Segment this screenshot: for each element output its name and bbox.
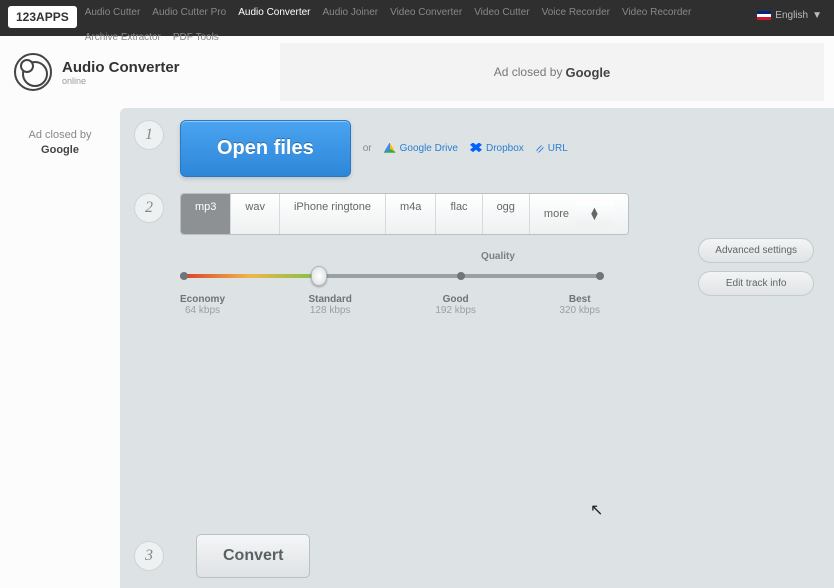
nav-item[interactable]: Video Recorder — [622, 6, 691, 19]
nav-item[interactable]: Archive Extractor — [85, 31, 161, 44]
or-label: or — [363, 143, 372, 154]
ad-banner-top: Ad closed by Google — [280, 43, 824, 101]
link-icon — [536, 144, 544, 152]
google-drive-icon — [384, 143, 396, 155]
top-nav: 123APPS Audio Cutter Audio Cutter Pro Audi… — [0, 0, 834, 36]
cursor-icon: ↖ — [590, 500, 603, 520]
nav-item[interactable]: Voice Recorder — [542, 6, 610, 19]
nav-item[interactable]: Audio Cutter — [85, 6, 141, 19]
step-badge-1: 1 — [134, 120, 164, 150]
language-selector[interactable]: English ▼ — [757, 10, 822, 21]
format-tab[interactable]: mp3 — [181, 194, 231, 234]
nav-links: Audio Cutter Audio Cutter Pro Audio Conver… — [85, 0, 745, 44]
nav-item[interactable]: PDF Tools — [173, 31, 219, 44]
flag-icon — [757, 11, 771, 20]
dropbox-icon — [470, 143, 482, 155]
format-tab[interactable]: ogg — [483, 194, 530, 234]
quality-ticks: Economy64 kbps Standard128 kbps Good192 kb… — [180, 294, 600, 316]
advanced-settings-button[interactable]: Advanced settings — [698, 238, 814, 263]
chevron-down-icon: ▼ — [812, 10, 822, 21]
header: Audio Converter online Ad closed by Goog… — [0, 36, 834, 108]
page-title: Audio Converter — [62, 59, 180, 76]
source-url[interactable]: URL — [536, 143, 568, 154]
quality-tick: Good192 kbps — [435, 294, 476, 316]
step-badge-3: 3 — [134, 541, 164, 571]
source-dropbox[interactable]: Dropbox — [470, 143, 524, 155]
brand-icon — [14, 53, 52, 91]
nav-item[interactable]: Video Converter — [390, 6, 462, 19]
quality-tick: Standard128 kbps — [309, 294, 352, 316]
nav-item[interactable]: Audio Cutter Pro — [152, 6, 226, 19]
main-panel: 1 Open files or Google Drive Dropbox URL… — [120, 108, 834, 588]
format-tab[interactable]: flac — [436, 194, 482, 234]
step-2: 2 mp3waviPhone ringtonem4aflacoggmore ▲▼ — [134, 193, 816, 235]
logo[interactable]: 123APPS — [8, 6, 77, 28]
format-tab[interactable]: more ▲▼ — [530, 194, 628, 234]
format-tabs: mp3waviPhone ringtonem4aflacoggmore ▲▼ — [180, 193, 629, 235]
step-3: 3 Convert — [134, 534, 310, 578]
step-badge-2: 2 — [134, 193, 164, 223]
format-tab[interactable]: iPhone ringtone — [280, 194, 386, 234]
nav-item[interactable]: Audio Converter — [238, 6, 310, 19]
quality-tick: Best320 kbps — [559, 294, 600, 316]
step-1: 1 Open files or Google Drive Dropbox URL — [134, 120, 816, 177]
nav-item[interactable]: Audio Joiner — [323, 6, 379, 19]
language-label: English — [775, 10, 808, 21]
source-google-drive[interactable]: Google Drive — [384, 143, 458, 155]
convert-button[interactable]: Convert — [196, 534, 310, 578]
edit-track-info-button[interactable]: Edit track info — [698, 271, 814, 296]
quality-tick: Economy64 kbps — [180, 294, 225, 316]
ad-banner-side: Ad closed by Google — [0, 108, 120, 588]
format-tab[interactable]: m4a — [386, 194, 436, 234]
quality-slider[interactable] — [180, 268, 600, 284]
format-tab[interactable]: wav — [231, 194, 280, 234]
slider-thumb[interactable] — [311, 266, 327, 286]
open-files-button[interactable]: Open files — [180, 120, 351, 177]
page-subtitle: online — [62, 76, 180, 86]
brand: Audio Converter online — [0, 53, 280, 91]
nav-item[interactable]: Video Cutter — [474, 6, 529, 19]
